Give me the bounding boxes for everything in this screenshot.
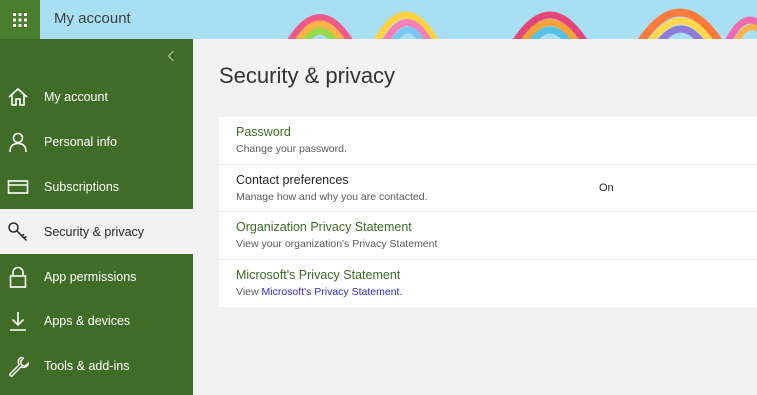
setting-row-microsoft-privacy-statement[interactable]: Microsoft's Privacy Statement View Micro…: [219, 260, 757, 308]
home-icon: [7, 86, 29, 108]
setting-description: Change your password.: [236, 143, 347, 155]
collapse-nav-button[interactable]: [160, 45, 182, 67]
setting-title: Contact preferences: [236, 172, 349, 187]
app-launcher-button[interactable]: [0, 0, 40, 39]
main-content: Security & privacy Password Change your …: [193, 39, 757, 395]
description-prefix: View: [236, 285, 262, 298]
setting-row-password[interactable]: Password Change your password.: [219, 117, 757, 165]
sidebar-item-apps-devices[interactable]: Apps & devices: [0, 299, 193, 344]
setting-row-contact-preferences[interactable]: Contact preferences Manage how and why y…: [219, 165, 757, 212]
sidebar-item-label: App permissions: [44, 269, 137, 284]
sidebar-item-label: Apps & devices: [44, 314, 131, 329]
chevron-left-icon: [167, 50, 174, 62]
credit-card-icon: [7, 176, 29, 198]
setting-title[interactable]: Organization Privacy Statement: [236, 220, 412, 234]
person-icon: [7, 131, 29, 153]
setting-description: View Microsoft's Privacy Statement.: [236, 286, 402, 298]
sidebar-item-label: Personal info: [44, 135, 117, 150]
sidebar-item-label: Tools & add-ins: [44, 359, 130, 374]
app-title[interactable]: My account: [54, 0, 131, 39]
page-title: Security & privacy: [219, 63, 396, 88]
setting-title[interactable]: Password: [236, 125, 291, 139]
download-icon: [7, 310, 29, 332]
top-bar: My account: [0, 0, 757, 39]
app-launcher-waffle-icon: [13, 12, 27, 27]
sidebar-item-label: My account: [44, 90, 108, 105]
sidebar-item-label: Security & privacy: [44, 224, 145, 239]
sidebar-item-app-permissions[interactable]: App permissions: [0, 254, 193, 299]
setting-title[interactable]: Microsoft's Privacy Statement: [236, 268, 400, 282]
setting-row-org-privacy-statement[interactable]: Organization Privacy Statement View your…: [219, 212, 757, 260]
sidebar-item-tools-addins[interactable]: Tools & add-ins: [0, 344, 193, 389]
key-icon: [7, 221, 29, 243]
lock-icon: [7, 266, 29, 288]
sidebar-item-label: Subscriptions: [44, 179, 120, 194]
sidebar-item-personal-info[interactable]: Personal info: [0, 120, 193, 165]
setting-description: View your organization's Privacy Stateme…: [236, 238, 438, 250]
setting-status-value: On: [599, 181, 614, 194]
settings-card: Password Change your password. Contact p…: [219, 117, 757, 307]
wrench-icon: [7, 355, 29, 378]
sidebar-item-security-privacy[interactable]: Security & privacy: [0, 209, 193, 255]
sidebar-nav: My account Personal info Subscriptions S…: [0, 39, 193, 395]
privacy-statement-link[interactable]: Microsoft's Privacy Statement.: [262, 286, 403, 298]
setting-description: Manage how and why you are contacted.: [236, 190, 428, 203]
sidebar-item-subscriptions[interactable]: Subscriptions: [0, 165, 193, 210]
rainbow-banner-image: [287, 8, 757, 39]
sidebar-item-my-account[interactable]: My account: [0, 75, 193, 120]
